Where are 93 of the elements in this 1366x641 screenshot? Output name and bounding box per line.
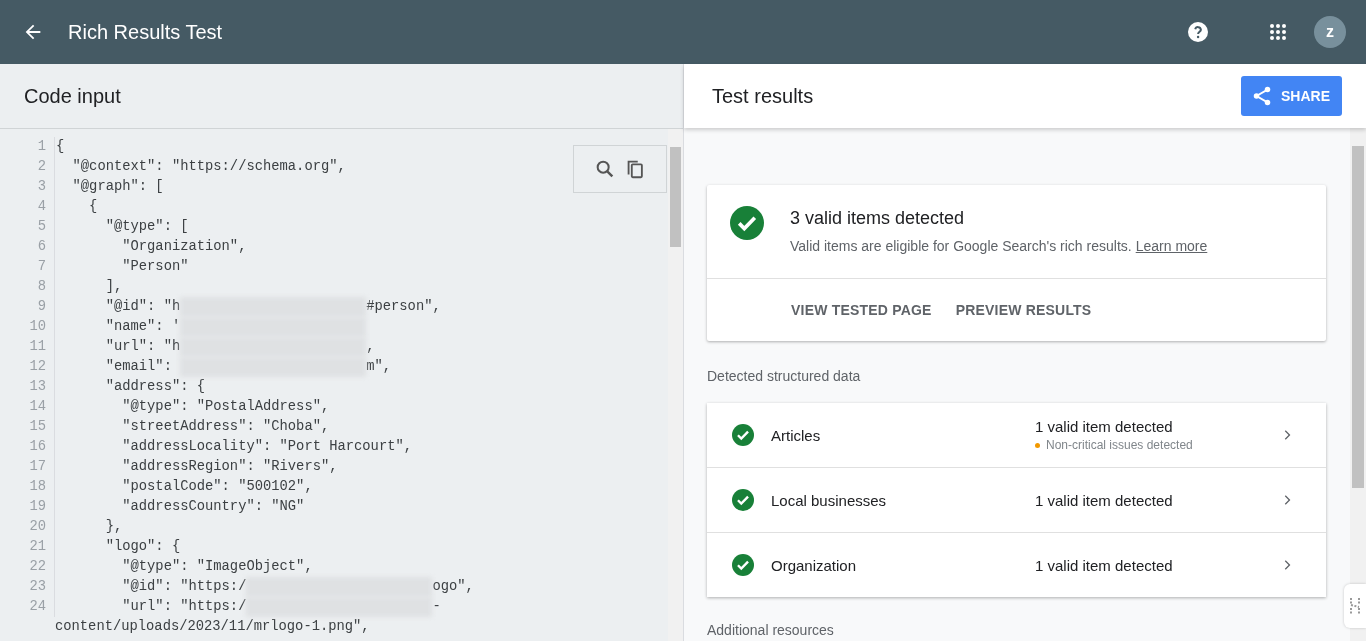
- code-text: ogo",: [432, 578, 474, 596]
- line-number: 18: [0, 477, 55, 497]
- search-button[interactable]: [594, 158, 616, 180]
- result-row[interactable]: Local businesses 1 valid item detected: [707, 468, 1326, 533]
- code-text: "@type": "PostalAddress",: [121, 398, 330, 416]
- issue-note: Non-critical issues detected: [1046, 438, 1193, 452]
- code-text: "url": "h: [104, 338, 181, 356]
- line-number: 15: [0, 417, 55, 437]
- code-text: content/uploads/2023/11/mrlogo-1.png",: [55, 618, 370, 636]
- section-label: Detected structured data: [707, 368, 862, 384]
- check-circle-icon: [732, 489, 754, 511]
- result-row[interactable]: Articles 1 valid item detected Non-critical issues detected: [707, 403, 1326, 468]
- code-text: "@graph": [: [71, 178, 164, 196]
- code-text: #person",: [366, 298, 441, 316]
- drag-handle-icon: [1348, 596, 1362, 616]
- code-text: "@type": [: [104, 218, 189, 236]
- code-text: m",: [366, 358, 392, 376]
- line-number: 16: [0, 437, 55, 457]
- line-number: 17: [0, 457, 55, 477]
- result-row[interactable]: Organization 1 valid item detected: [707, 533, 1326, 597]
- account-avatar[interactable]: z: [1314, 16, 1346, 48]
- result-status: 1 valid item detected: [1035, 418, 1174, 435]
- code-text: {: [56, 138, 65, 156]
- code-text: "@id": "https:/: [121, 578, 247, 596]
- scrollbar-thumb[interactable]: [670, 147, 681, 247]
- code-text: "address": {: [104, 378, 206, 396]
- scrollbar[interactable]: [1350, 128, 1366, 641]
- action-button[interactable]: VIEW TESTED PAGE: [779, 292, 944, 328]
- code-text: "Person": [121, 258, 189, 276]
- line-number: 10: [0, 317, 55, 337]
- code-text: "url": "https:/: [121, 598, 247, 616]
- panel-title: Test results: [712, 84, 814, 108]
- check-circle-icon: [732, 424, 754, 446]
- help-button[interactable]: [1186, 20, 1210, 44]
- code-text: "logo": {: [104, 538, 181, 556]
- line-number: 9: [0, 297, 55, 317]
- code-text: },: [104, 518, 123, 536]
- search-icon: [594, 158, 616, 180]
- code-text: {: [88, 198, 98, 216]
- code-text: "name": ': [104, 318, 181, 336]
- line-number: 3: [0, 177, 55, 197]
- code-text: "postalCode": "500102",: [121, 478, 313, 496]
- line-number: 8: [0, 277, 55, 297]
- line-number: 5: [0, 217, 55, 237]
- panel-title: Code input: [24, 84, 121, 108]
- result-type: Organization: [771, 556, 858, 574]
- line-number: 24: [0, 597, 55, 617]
- scrollbar[interactable]: [668, 129, 683, 641]
- line-number: 7: [0, 257, 55, 277]
- apps-button[interactable]: [1268, 22, 1288, 42]
- code-text: ,: [366, 338, 375, 356]
- summary-text: Valid items are eligible for Google Search's rich results.: [790, 238, 1132, 254]
- learn-more-link[interactable]: Learn more: [1135, 238, 1208, 254]
- result-status: 1 valid item detected: [1035, 491, 1174, 509]
- share-icon: [1251, 85, 1273, 107]
- code-text: "addressCountry": "NG": [121, 498, 305, 516]
- line-number: 6: [0, 237, 55, 257]
- side-handle[interactable]: [1344, 584, 1366, 628]
- line-number: 13: [0, 377, 55, 397]
- check-circle-icon: [730, 206, 764, 240]
- help-icon: [1186, 20, 1210, 44]
- line-number: 22: [0, 557, 55, 577]
- result-status: 1 valid item detected: [1035, 556, 1174, 574]
- line-number: 1: [0, 137, 55, 157]
- line-number: 19: [0, 497, 55, 517]
- result-type: Articles: [771, 426, 822, 444]
- code-text: "streetAddress": "Choba",: [121, 418, 330, 436]
- section-label: Additional resources: [707, 622, 835, 638]
- line-number: 21: [0, 537, 55, 557]
- share-button[interactable]: SHARE: [1241, 76, 1342, 116]
- code-text: -: [432, 598, 441, 616]
- code-text: "addressRegion": "Rivers",: [121, 458, 338, 476]
- line-number: 20: [0, 517, 55, 537]
- code-text: "@id": "h: [104, 298, 181, 316]
- code-text: "Organization",: [121, 238, 247, 256]
- check-circle-icon: [732, 554, 754, 576]
- app-title: Rich Results Test: [68, 20, 223, 44]
- code-text: ],: [104, 278, 123, 296]
- code-text: "addressLocality": "Port Harcourt",: [121, 438, 413, 456]
- result-type: Local businesses: [771, 491, 888, 509]
- scrollbar-thumb[interactable]: [1352, 146, 1364, 488]
- summary-heading: 3 valid items detected: [790, 208, 966, 229]
- line-number: 4: [0, 197, 55, 217]
- line-number: 12: [0, 357, 55, 377]
- code-text: "@type": "ImageObject",: [121, 558, 313, 576]
- code-text: "@context": "https://schema.org",: [71, 158, 346, 176]
- line-number: 23: [0, 577, 55, 597]
- line-number: 14: [0, 397, 55, 417]
- line-number: 11: [0, 337, 55, 357]
- line-number: 2: [0, 157, 55, 177]
- grid-icon: [1268, 22, 1288, 42]
- action-button[interactable]: PREVIEW RESULTS: [943, 292, 1104, 328]
- code-text: "email":: [104, 358, 173, 376]
